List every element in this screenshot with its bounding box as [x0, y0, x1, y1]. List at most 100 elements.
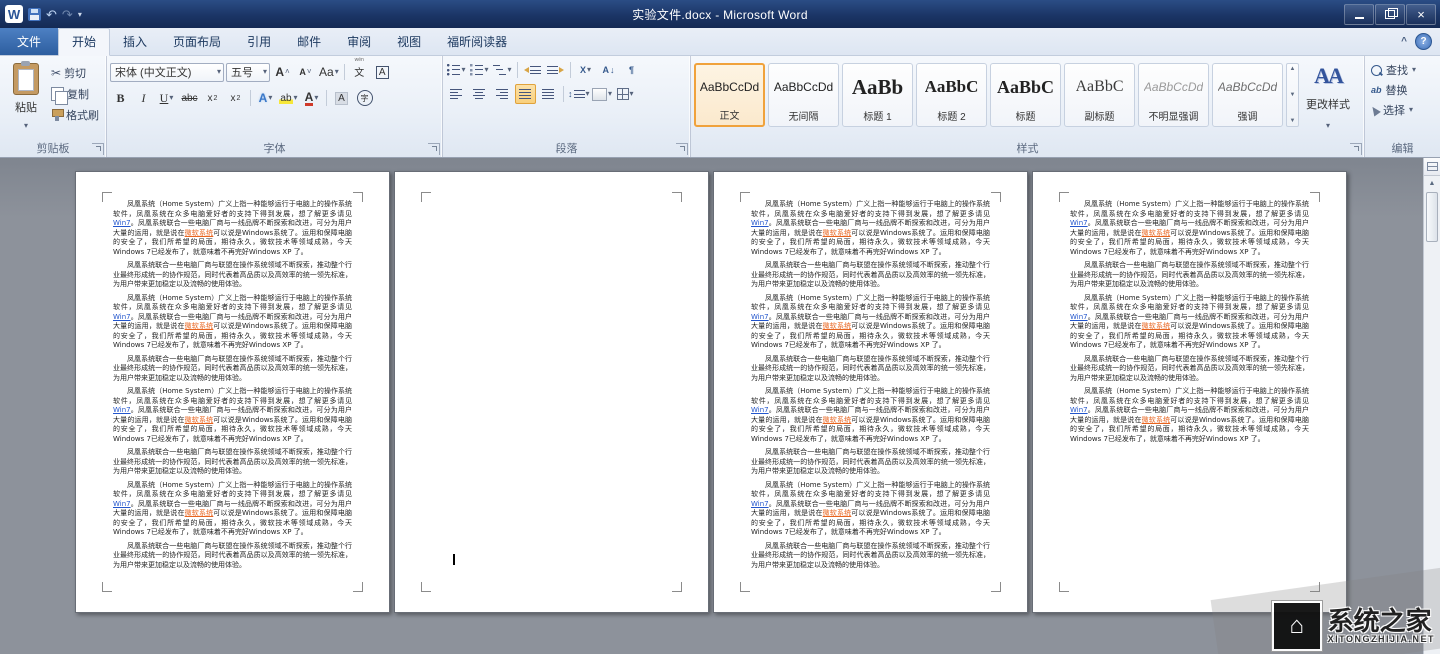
justify-button[interactable] — [515, 84, 536, 104]
paragraph[interactable]: 凤凰系统联合一些电脑厂商与联盟在操作系统领域不断探索，推动整个行业最终形成统一的… — [113, 448, 352, 477]
select-button[interactable]: 选择 ▾ — [1368, 100, 1437, 120]
paragraph[interactable]: 凤凰系统（Home System）广义上指一种能够运行于电脑上的操作系统软件，凤… — [751, 200, 990, 257]
paragraph[interactable]: 凤凰系统（Home System）广义上指一种能够运行于电脑上的操作系统软件，凤… — [113, 294, 352, 351]
font-size-combo[interactable]: 五号 ▾ — [226, 62, 270, 82]
gallery-more-icon[interactable]: ▼ — [1290, 118, 1296, 124]
shading-button[interactable]: ▾ — [592, 84, 613, 104]
decrease-indent-button[interactable] — [522, 60, 543, 80]
paragraph[interactable]: 凤凰系统联合一些电脑厂商与联盟在操作系统领域不断探索，推动整个行业最终形成统一的… — [1070, 355, 1309, 384]
paragraph[interactable]: 凤凰系统（Home System）广义上指一种能够运行于电脑上的操作系统软件，凤… — [113, 481, 352, 538]
help-icon[interactable]: ? — [1415, 33, 1432, 50]
increase-indent-button[interactable] — [545, 60, 566, 80]
change-styles-dropdown-icon[interactable]: ▾ — [1326, 121, 1330, 130]
style-no-spacing[interactable]: AaBbCcDd 无间隔 — [768, 63, 839, 127]
hyperlink[interactable]: Win7 — [1070, 219, 1088, 227]
borders-button[interactable]: ▾ — [615, 84, 636, 104]
bold-button[interactable]: B — [110, 88, 131, 108]
copy-button[interactable]: 复制 — [49, 83, 101, 105]
underline-button[interactable]: U ▾ — [156, 88, 177, 108]
style-heading-2[interactable]: AaBbC 标题 2 — [916, 63, 987, 127]
hyperlink[interactable]: Win7 — [113, 313, 131, 321]
paragraph[interactable]: 凤凰系统（Home System）广义上指一种能够运行于电脑上的操作系统软件，凤… — [1070, 387, 1309, 444]
paragraph[interactable]: 凤凰系统（Home System）广义上指一种能够运行于电脑上的操作系统软件，凤… — [113, 387, 352, 444]
tab-mailings[interactable]: 邮件 — [284, 29, 334, 55]
font-name-combo[interactable]: 宋体 (中文正文) ▾ — [110, 62, 224, 82]
hyperlink[interactable]: Win7 — [751, 219, 769, 227]
cut-button[interactable]: ✂ 剪切 — [49, 62, 101, 83]
distribute-button[interactable] — [538, 84, 559, 104]
tab-view[interactable]: 视图 — [384, 29, 434, 55]
hyperlink[interactable]: Win7 — [1070, 406, 1088, 414]
hyperlink[interactable]: Win7 — [113, 219, 131, 227]
document-page-3[interactable]: 凤凰系统（Home System）广义上指一种能够运行于电脑上的操作系统软件，凤… — [713, 171, 1028, 613]
line-spacing-button[interactable]: ↕ ▾ — [568, 84, 590, 104]
font-name-dropdown-icon[interactable]: ▾ — [217, 67, 221, 76]
enclose-characters-button[interactable]: 字 — [354, 88, 375, 108]
ruler-toggle-button[interactable] — [1424, 158, 1440, 176]
paragraph[interactable]: 凤凰系统联合一些电脑厂商与联盟在操作系统领域不断探索，推动整个行业最终形成统一的… — [751, 542, 990, 571]
phonetic-guide-button[interactable]: wén 文 — [349, 58, 370, 84]
document-page-2[interactable] — [394, 171, 709, 613]
minimize-ribbon-icon[interactable]: ^ — [1401, 36, 1407, 47]
align-center-button[interactable] — [469, 84, 490, 104]
numbering-button[interactable]: ▾ — [469, 60, 490, 80]
asian-layout-button[interactable]: X ▾ — [575, 60, 596, 80]
paragraph[interactable]: 凤凰系统联合一些电脑厂商与联盟在操作系统领域不断探索，推动整个行业最终形成统一的… — [751, 448, 990, 477]
document-page-1[interactable]: 凤凰系统（Home System）广义上指一种能够运行于电脑上的操作系统软件，凤… — [75, 171, 390, 613]
font-dialog-launcher[interactable] — [428, 143, 440, 155]
hyperlink[interactable]: Win7 — [1070, 313, 1088, 321]
tab-insert[interactable]: 插入 — [110, 29, 160, 55]
paragraph[interactable]: 凤凰系统（Home System）广义上指一种能够运行于电脑上的操作系统软件，凤… — [751, 481, 990, 538]
minimize-button[interactable] — [1344, 3, 1374, 25]
paragraph[interactable]: 凤凰系统（Home System）广义上指一种能够运行于电脑上的操作系统软件，凤… — [1070, 294, 1309, 351]
change-case-button[interactable]: Aa ▾ — [318, 62, 340, 82]
font-size-dropdown-icon[interactable]: ▾ — [263, 67, 267, 76]
change-styles-button[interactable]: AA 更改样式 ▾ — [1301, 60, 1355, 132]
hyperlink[interactable]: Win7 — [751, 500, 769, 508]
paragraph[interactable]: 凤凰系统（Home System）广义上指一种能够运行于电脑上的操作系统软件，凤… — [113, 200, 352, 257]
strikethrough-button[interactable]: abc — [179, 88, 200, 108]
paste-button[interactable]: 粘贴 ▾ — [3, 60, 49, 132]
save-icon[interactable] — [28, 7, 41, 21]
tab-review[interactable]: 审阅 — [334, 29, 384, 55]
bullets-button[interactable]: ▾ — [446, 60, 467, 80]
multilevel-list-button[interactable]: ▾ — [492, 60, 513, 80]
style-normal[interactable]: AaBbCcDd 正文 — [694, 63, 765, 127]
style-emphasis[interactable]: AaBbCcDd 强调 — [1212, 63, 1283, 127]
select-dropdown-icon[interactable]: ▾ — [1409, 105, 1413, 114]
clipboard-dialog-launcher[interactable] — [92, 143, 104, 155]
find-dropdown-icon[interactable]: ▾ — [1412, 65, 1416, 74]
style-gallery-scroll[interactable]: ▲ ▼ ▼ — [1286, 63, 1299, 127]
style-subtitle[interactable]: AaBbC 副标题 — [1064, 63, 1135, 127]
hyperlink[interactable]: Win7 — [751, 406, 769, 414]
hyperlink[interactable]: Win7 — [113, 500, 131, 508]
styles-dialog-launcher[interactable] — [1350, 143, 1362, 155]
scroll-up-button[interactable]: ▲ — [1424, 176, 1440, 191]
paragraph[interactable]: 凤凰系统（Home System）广义上指一种能够运行于电脑上的操作系统软件，凤… — [751, 294, 990, 351]
scrollbar-thumb[interactable] — [1426, 192, 1438, 242]
gallery-up-icon[interactable]: ▲ — [1290, 66, 1296, 72]
character-border-button[interactable]: A — [372, 62, 393, 82]
style-heading-1[interactable]: AaBb 标题 1 — [842, 63, 913, 127]
replace-button[interactable]: ab 替换 — [1368, 80, 1437, 100]
document-page-4[interactable]: 凤凰系统（Home System）广义上指一种能够运行于电脑上的操作系统软件，凤… — [1032, 171, 1347, 613]
tab-references[interactable]: 引用 — [234, 29, 284, 55]
find-button[interactable]: 查找 ▾ — [1368, 60, 1437, 80]
character-shading-button[interactable]: A — [331, 88, 352, 108]
gallery-down-icon[interactable]: ▼ — [1290, 92, 1296, 98]
paragraph[interactable]: 凤凰系统联合一些电脑厂商与联盟在操作系统领域不断探索，推动整个行业最终形成统一的… — [113, 355, 352, 384]
show-marks-button[interactable]: ¶ — [621, 60, 642, 80]
align-left-button[interactable] — [446, 84, 467, 104]
restore-button[interactable] — [1375, 3, 1405, 25]
paragraph-dialog-launcher[interactable] — [676, 143, 688, 155]
paragraph[interactable]: 凤凰系统联合一些电脑厂商与联盟在操作系统领域不断探索，推动整个行业最终形成统一的… — [1070, 261, 1309, 290]
tab-page-layout[interactable]: 页面布局 — [160, 29, 234, 55]
italic-button[interactable]: I — [133, 88, 154, 108]
paragraph[interactable]: 凤凰系统联合一些电脑厂商与联盟在操作系统领域不断探索，推动整个行业最终形成统一的… — [751, 355, 990, 384]
paragraph[interactable]: 凤凰系统联合一些电脑厂商与联盟在操作系统领域不断探索，推动整个行业最终形成统一的… — [113, 261, 352, 290]
hyperlink[interactable]: Win7 — [751, 313, 769, 321]
tab-file[interactable]: 文件 — [0, 28, 59, 55]
tab-foxit[interactable]: 福昕阅读器 — [434, 29, 520, 55]
shrink-font-button[interactable]: A ˅ — [295, 62, 316, 82]
style-title[interactable]: AaBbC 标题 — [990, 63, 1061, 127]
